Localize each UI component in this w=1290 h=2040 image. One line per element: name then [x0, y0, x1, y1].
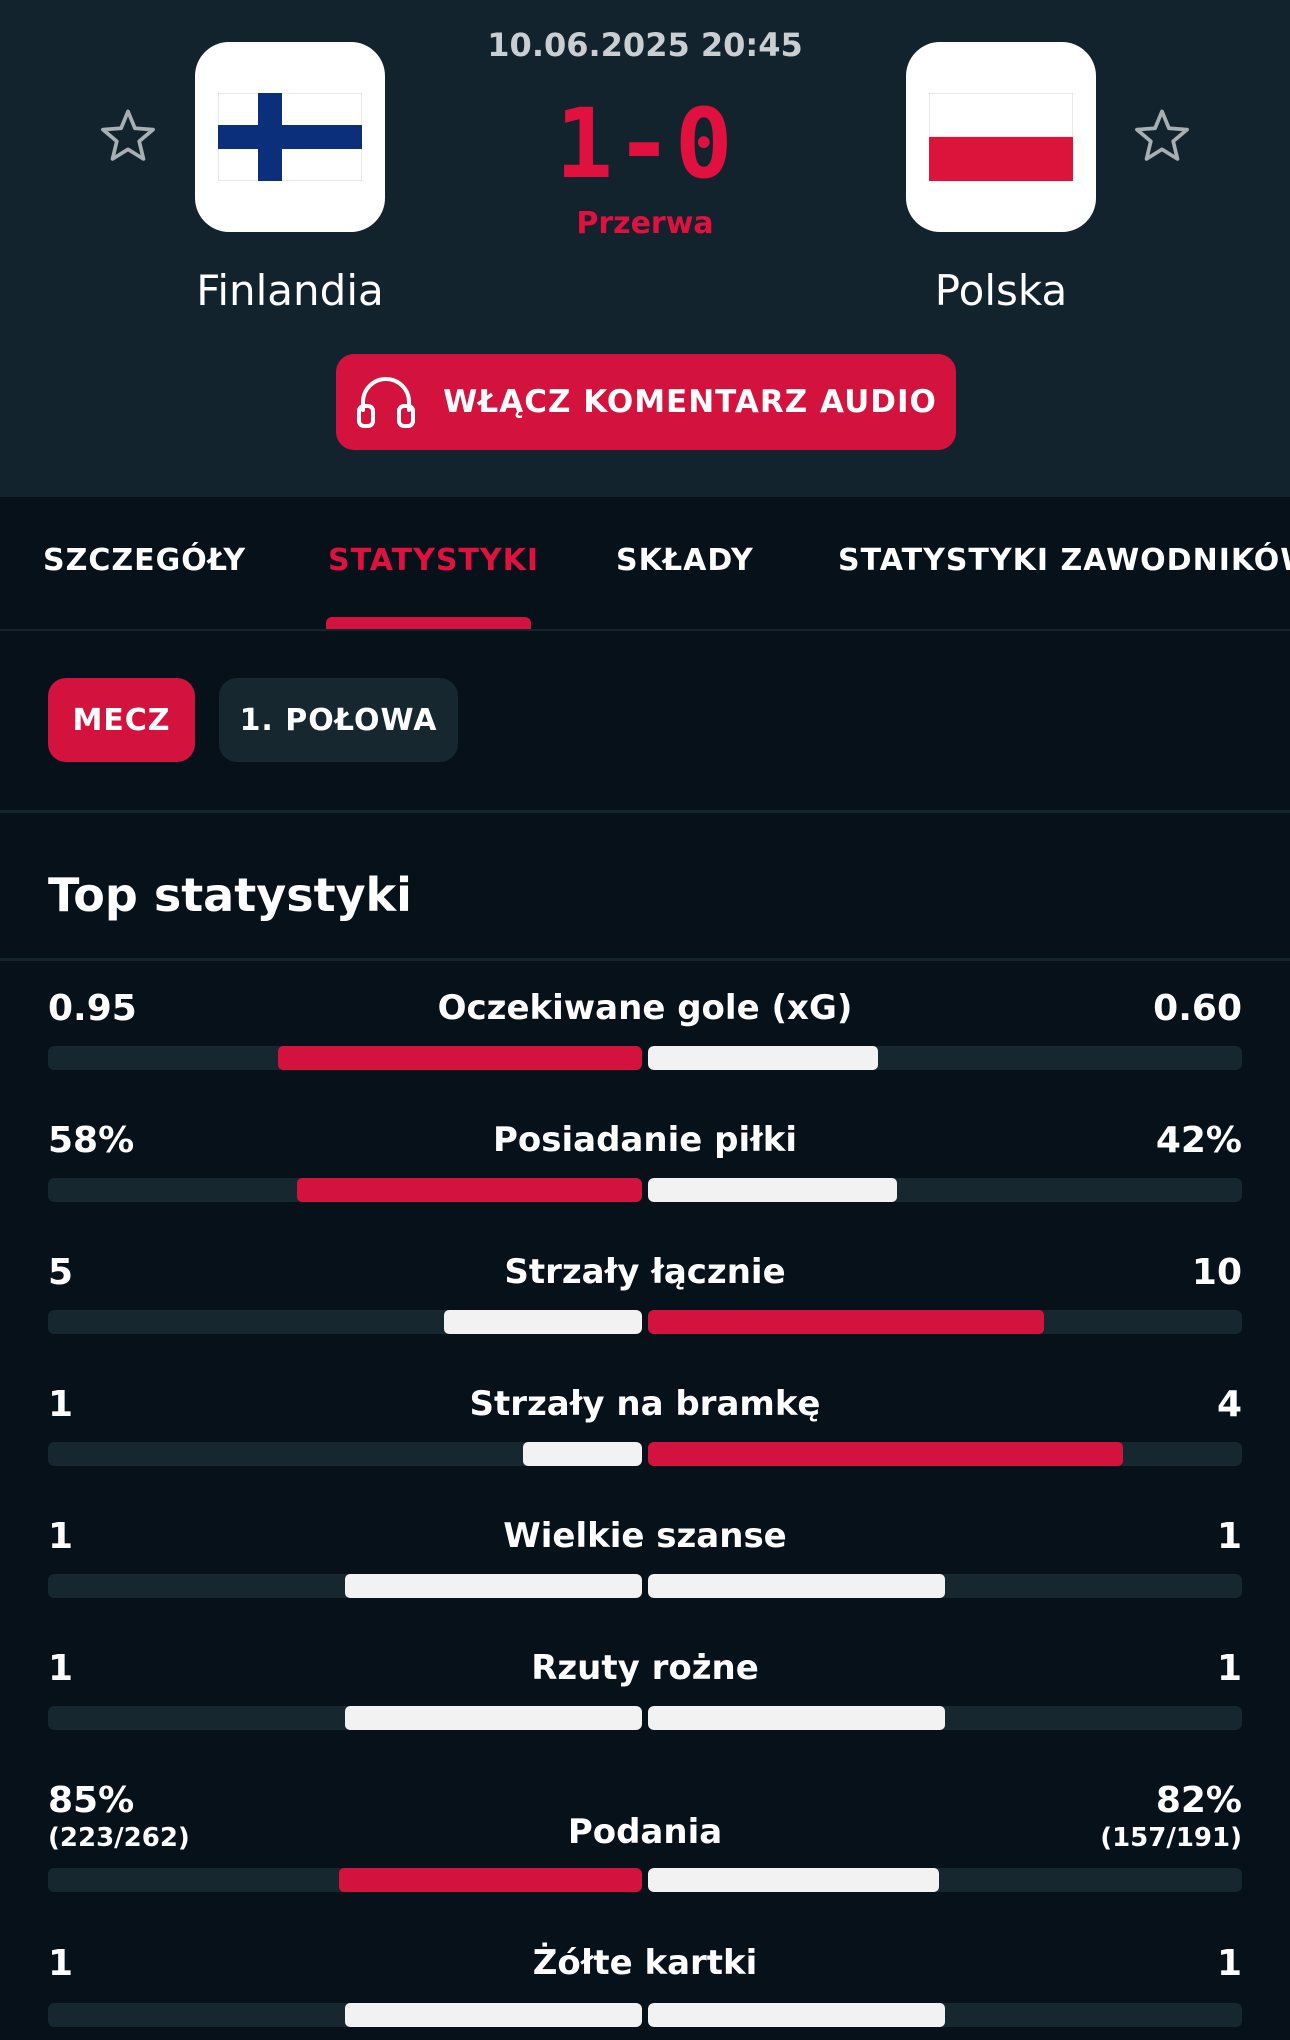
away-team-name[interactable]: Polska [841, 266, 1161, 315]
tab-details[interactable]: SZCZEGÓŁY [43, 543, 246, 578]
home-team-name[interactable]: Finlandia [130, 266, 450, 315]
section-title: Top statystyki [48, 868, 412, 922]
away-stat-bar [648, 1706, 945, 1730]
away-stat-value: 1 [1217, 1943, 1242, 1984]
period-match-chip[interactable]: MECZ [48, 678, 195, 762]
away-stat-main: 0.60 [1153, 988, 1242, 1029]
away-stat-detail: (157/191) [1100, 1823, 1242, 1853]
away-stat-main: 4 [1216, 1384, 1242, 1425]
stat-row: 85% (223/262) Podania 82% (157/191) [0, 1780, 1290, 1912]
home-stat-bar [345, 1574, 642, 1598]
away-stat-bar [648, 1046, 878, 1070]
away-stat-value: 1 [1217, 1516, 1242, 1557]
match-header: 10.06.2025 20:45 Finlandia 1-0 Przerwa P… [0, 0, 1290, 497]
audio-commentary-label: WŁĄCZ KOMENTARZ AUDIO [443, 384, 937, 420]
home-stat-bar-track [48, 2003, 642, 2027]
away-stat-main: 42% [1155, 1120, 1242, 1161]
away-stat-bar-track [648, 1046, 1242, 1070]
away-stat-main: 1 [1216, 1516, 1242, 1557]
stat-name: Wielkie szanse [503, 1516, 787, 1556]
away-stat-bar-track [648, 1178, 1242, 1202]
home-stat-bar [345, 1706, 642, 1730]
away-stat-bar-track [648, 1868, 1242, 1892]
stat-name: Strzały łącznie [504, 1252, 786, 1292]
away-stat-bar [648, 1310, 1044, 1334]
home-stat-bar [444, 1310, 642, 1334]
stat-row: 0.95 Oczekiwane gole (xG) 0.60 [0, 988, 1290, 1120]
stat-name: Posiadanie piłki [492, 1120, 798, 1160]
tab-statistics[interactable]: STATYSTYKI [328, 543, 539, 578]
home-stat-bar [345, 2003, 642, 2027]
away-stat-main: 10 [1191, 1252, 1242, 1293]
active-tab-indicator [326, 617, 531, 629]
away-stat-value: 82% (157/191) [1100, 1780, 1242, 1853]
away-stat-bar [648, 2003, 945, 2027]
home-stat-bar-track [48, 1178, 642, 1202]
tab-player-statistics[interactable]: STATYSTYKI ZAWODNIKÓW [838, 543, 1290, 578]
away-stat-bar-track [648, 1574, 1242, 1598]
match-score: 1-0 [555, 88, 735, 200]
home-stat-bar-track [48, 1442, 642, 1466]
match-status: Przerwa [576, 206, 714, 241]
away-stat-bar [648, 1442, 1123, 1466]
stat-name: Rzuty rożne [531, 1648, 759, 1688]
home-stat-bar-track [48, 1706, 642, 1730]
stat-row: 1 Strzały na bramkę 4 [0, 1384, 1290, 1516]
headphones-icon [357, 377, 416, 428]
home-stat-bar-track [48, 1046, 642, 1070]
home-stat-bar [339, 1868, 642, 1892]
stat-name: Żółte kartki [532, 1943, 758, 1983]
away-stat-bar-track [648, 1310, 1242, 1334]
stat-name: Podania [567, 1812, 723, 1852]
away-stat-bar [648, 1178, 897, 1202]
away-stat-value: 4 [1217, 1384, 1242, 1425]
away-stat-bar-track [648, 1706, 1242, 1730]
away-stat-bar-track [648, 2003, 1242, 2027]
away-stat-value: 10 [1192, 1252, 1242, 1293]
home-stat-bar-track [48, 1574, 642, 1598]
poland-flag-icon [929, 93, 1073, 181]
home-stat-bar-track [48, 1310, 642, 1334]
stat-row: 1 Wielkie szanse 1 [0, 1516, 1290, 1648]
away-stat-bar [648, 1574, 945, 1598]
audio-commentary-button[interactable]: WŁĄCZ KOMENTARZ AUDIO [336, 354, 956, 450]
divider [0, 810, 1290, 813]
home-stat-bar-track [48, 1868, 642, 1892]
stat-row: 1 Rzuty rożne 1 [0, 1648, 1290, 1780]
favorite-star-icon[interactable] [1130, 104, 1194, 168]
home-stat-bar [278, 1046, 642, 1070]
away-stat-main: 1 [1216, 1648, 1242, 1689]
stat-row: 58% Posiadanie piłki 42% [0, 1120, 1290, 1252]
away-team-logo[interactable] [906, 42, 1096, 232]
match-datetime: 10.06.2025 20:45 [487, 26, 803, 64]
tab-lineups[interactable]: SKŁADY [616, 543, 754, 578]
away-stat-main: 82% [1155, 1780, 1242, 1821]
tab-bar: SZCZEGÓŁY STATYSTYKI SKŁADY STATYSTYKI Z… [0, 497, 1290, 631]
stat-row: 5 Strzały łącznie 10 [0, 1252, 1290, 1384]
away-stat-main: 1 [1216, 1943, 1242, 1984]
away-stat-bar-track [648, 1442, 1242, 1466]
home-stat-bar [297, 1178, 642, 1202]
period-first-half-chip[interactable]: 1. POŁOWA [219, 678, 458, 762]
away-stat-value: 1 [1217, 1648, 1242, 1689]
stat-name: Oczekiwane gole (xG) [437, 988, 853, 1028]
away-stat-value: 42% [1156, 1120, 1242, 1161]
stat-name: Strzały na bramkę [469, 1384, 821, 1424]
away-stat-bar [648, 1868, 939, 1892]
away-stat-value: 0.60 [1153, 988, 1242, 1029]
stat-row: 1 Żółte kartki 1 [0, 1943, 1290, 2040]
home-stat-bar [523, 1442, 642, 1466]
divider [0, 958, 1290, 961]
